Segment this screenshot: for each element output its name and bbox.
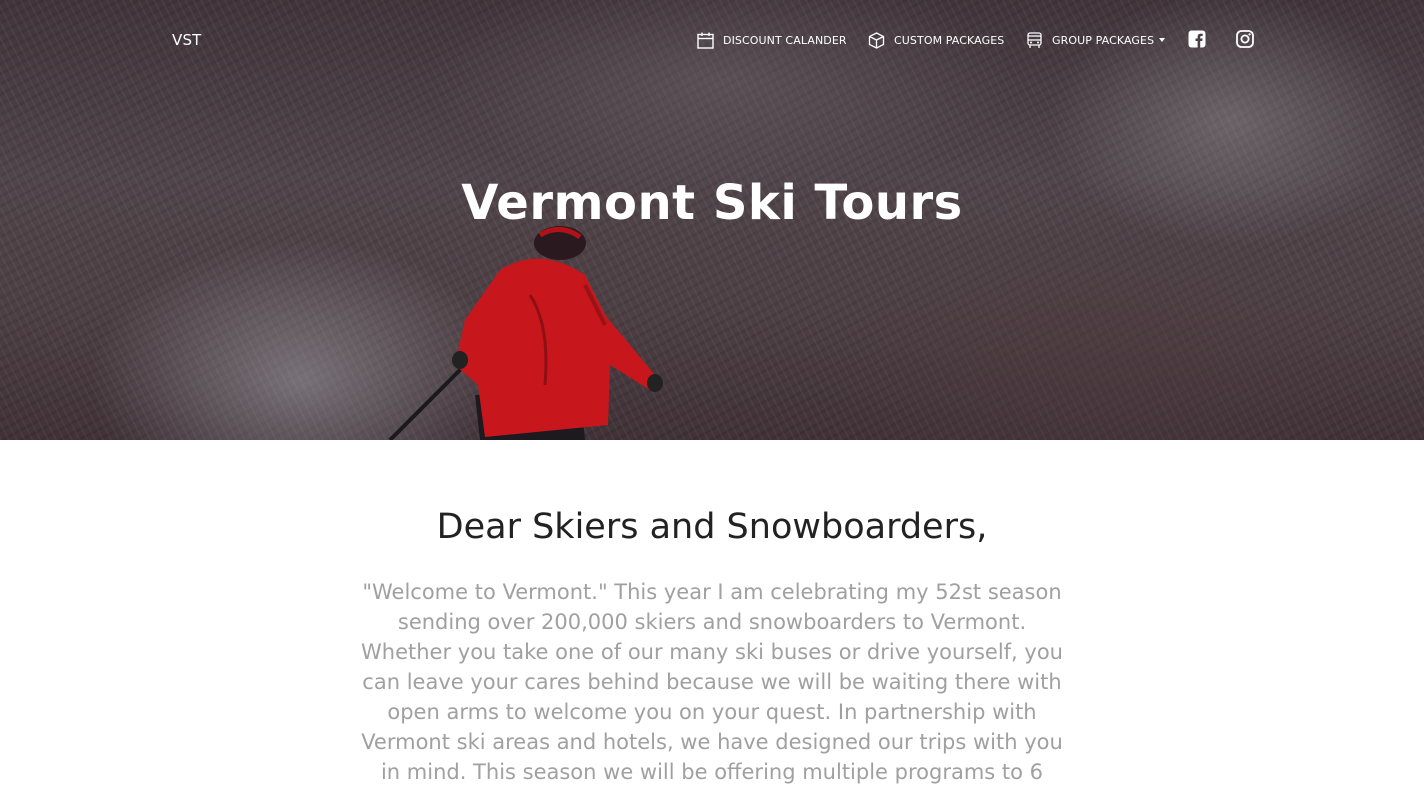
intro-paragraph: "Welcome to Vermont." This year I am cel… (361, 580, 1063, 784)
facebook-icon[interactable] (1188, 30, 1206, 48)
brand-logo[interactable]: VST (172, 31, 202, 49)
nav-custom-packages[interactable]: CUSTOM PACKAGES (868, 30, 1004, 50)
top-navbar: VST DISCOUNT CALANDER CUSTOM PACKAGES GR… (0, 0, 1424, 80)
nav-discount-calendar-label: DISCOUNT CALANDER (723, 33, 847, 47)
greeting-heading: Dear Skiers and Snowboarders, (436, 507, 988, 547)
nav-discount-calendar[interactable]: DISCOUNT CALANDER (697, 30, 847, 50)
box-icon (868, 31, 885, 49)
instagram-icon[interactable] (1236, 30, 1254, 48)
chevron-down-icon (1159, 38, 1166, 42)
page-title: Vermont Ski Tours (461, 175, 963, 231)
bus-icon (1027, 31, 1042, 48)
nav-group-packages[interactable]: GROUP PACKAGES (1026, 30, 1166, 50)
skier-image (388, 226, 663, 440)
nav-group-packages-label: GROUP PACKAGES (1052, 33, 1155, 47)
calendar-icon (697, 32, 714, 49)
nav-custom-packages-label: CUSTOM PACKAGES (894, 33, 1005, 47)
